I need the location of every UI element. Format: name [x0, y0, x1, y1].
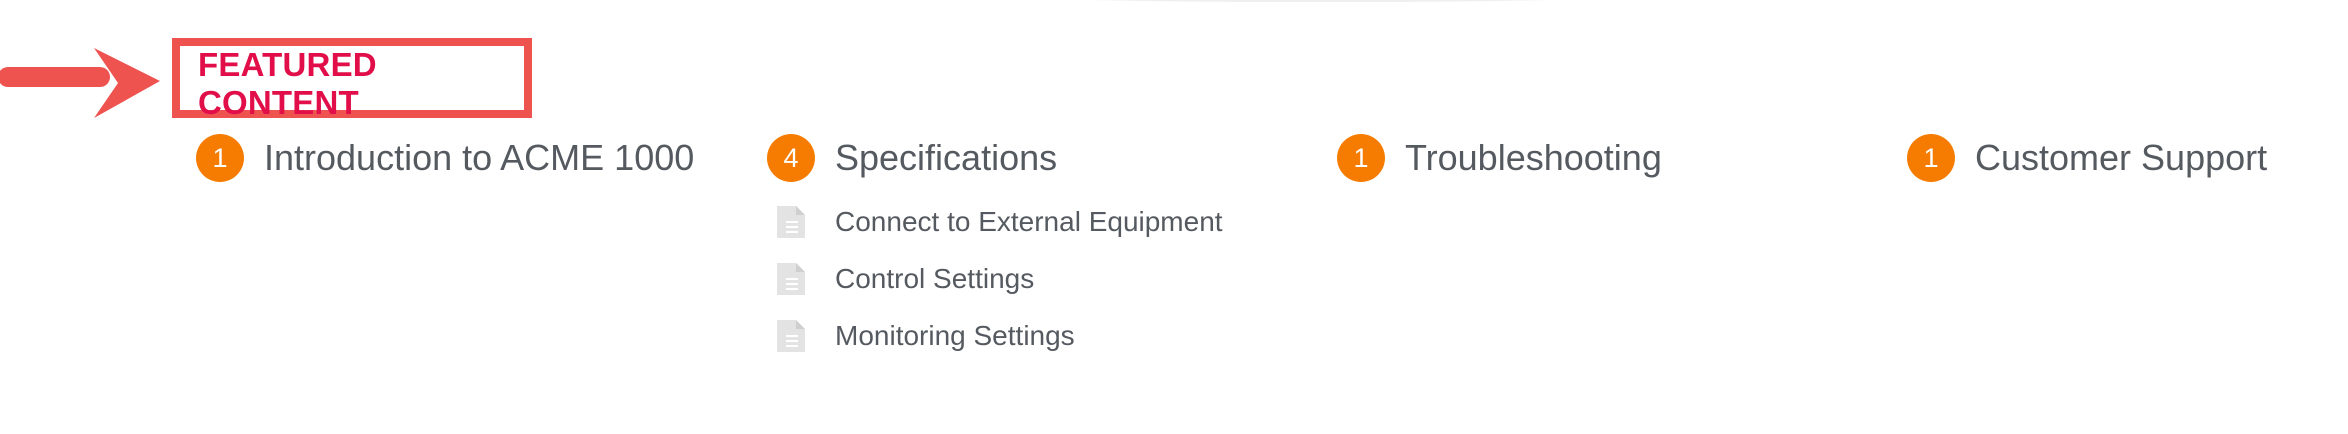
category-troubleshooting: 1 Troubleshooting — [1337, 133, 1662, 183]
category-header[interactable]: 1 Customer Support — [1907, 133, 2267, 183]
document-icon — [767, 262, 815, 295]
category-header[interactable]: 1 Introduction to ACME 1000 — [196, 133, 694, 183]
article-link[interactable]: Control Settings — [835, 263, 1034, 295]
document-icon — [767, 205, 815, 238]
article-count-badge: 1 — [196, 134, 244, 182]
article-item[interactable]: Control Settings — [767, 250, 1223, 307]
arrow-right-icon — [0, 48, 160, 118]
category-header[interactable]: 4 Specifications — [767, 133, 1223, 183]
category-title[interactable]: Specifications — [835, 137, 1057, 179]
article-item[interactable]: Monitoring Settings — [767, 307, 1223, 364]
category-specifications: 4 Specifications Connect to External Equ… — [767, 133, 1223, 380]
category-customer-support: 1 Customer Support — [1907, 133, 2267, 183]
article-count-badge: 1 — [1907, 134, 1955, 182]
article-count-badge: 1 — [1337, 134, 1385, 182]
article-count-badge: 4 — [767, 134, 815, 182]
featured-content-highlight: FEATURED CONTENT — [172, 38, 532, 121]
featured-content-title: FEATURED CONTENT — [198, 46, 377, 121]
article-link[interactable]: Monitoring Settings — [835, 320, 1075, 352]
document-icon — [767, 319, 815, 352]
category-title[interactable]: Customer Support — [1975, 137, 2267, 179]
category-title[interactable]: Troubleshooting — [1405, 137, 1662, 179]
category-title[interactable]: Introduction to ACME 1000 — [264, 137, 694, 179]
category-introduction: 1 Introduction to ACME 1000 — [196, 133, 694, 183]
article-list: Connect to External Equipment Control Se… — [767, 193, 1223, 364]
header-shadow — [1060, 0, 1580, 2]
category-header[interactable]: 1 Troubleshooting — [1337, 133, 1662, 183]
page: FEATURED CONTENT 1 Introduction to ACME … — [0, 0, 2348, 434]
article-item[interactable]: Connect to External Equipment — [767, 193, 1223, 250]
article-link[interactable]: Connect to External Equipment — [835, 206, 1223, 238]
